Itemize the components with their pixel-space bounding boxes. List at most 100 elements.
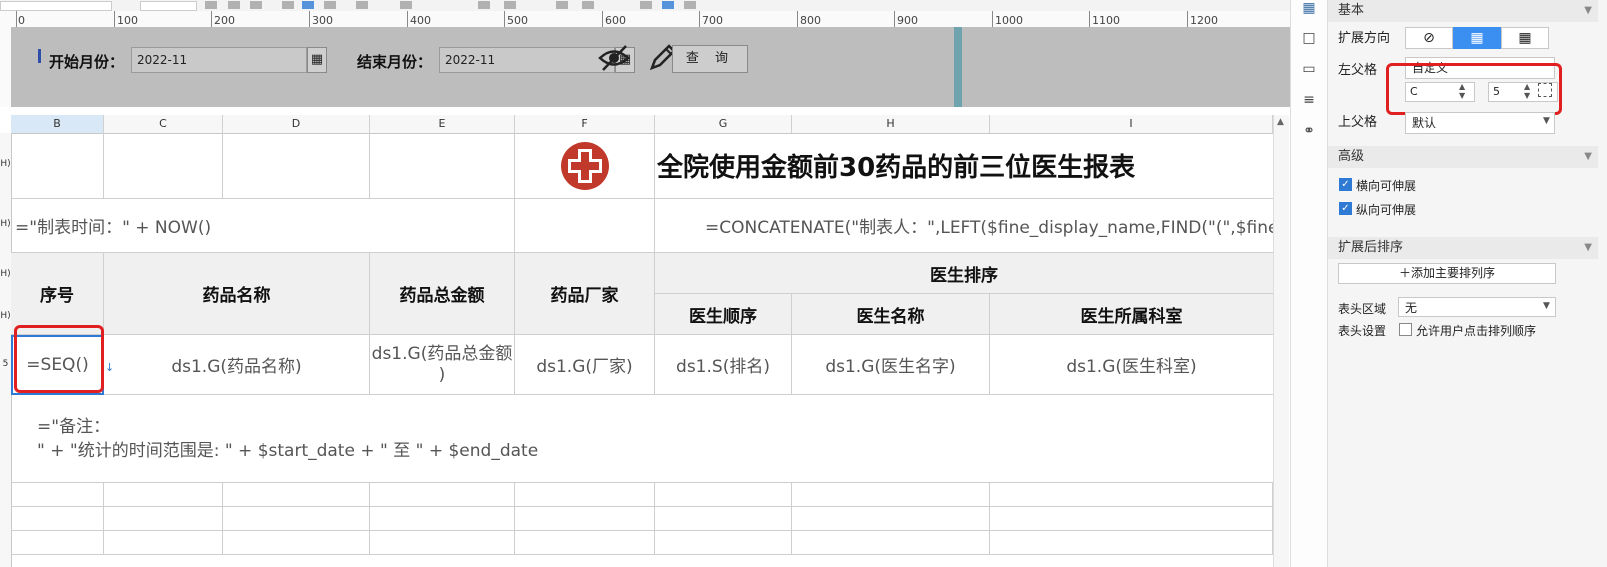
grid-cell[interactable] xyxy=(11,507,104,531)
grid-cell[interactable] xyxy=(223,531,370,555)
border-icon[interactable] xyxy=(356,1,368,9)
grid-cell[interactable] xyxy=(515,531,655,555)
grid-cell[interactable] xyxy=(370,531,515,555)
grid-cell[interactable] xyxy=(655,507,792,531)
align-right-icon[interactable] xyxy=(324,1,336,9)
add-sort-button[interactable]: ＋添加主要排列序 xyxy=(1338,263,1556,284)
align-left-icon[interactable] xyxy=(282,1,294,9)
grid-cell[interactable] xyxy=(11,531,104,555)
column-header-d[interactable]: D xyxy=(223,115,370,133)
grid-cell[interactable] xyxy=(655,483,792,507)
header-area-select[interactable]: 无 xyxy=(1398,297,1556,317)
expand-vertical-button[interactable]: ▦ xyxy=(1453,27,1501,49)
maker-cell[interactable]: ds1.G(厂家) xyxy=(515,335,655,395)
grid-cell[interactable] xyxy=(515,507,655,531)
header-drug-name[interactable]: 药品名称 xyxy=(104,253,370,335)
grid-cell[interactable] xyxy=(223,483,370,507)
grid-cell[interactable] xyxy=(990,483,1273,507)
hyperlink-icon[interactable]: ⚭ xyxy=(1301,123,1317,139)
grid-cell[interactable] xyxy=(515,199,655,253)
column-header-h[interactable]: H xyxy=(792,115,990,133)
cell-attribute-icon[interactable]: ▦ xyxy=(1301,0,1317,16)
unmerge-icon[interactable] xyxy=(504,1,516,9)
grid-cell[interactable] xyxy=(104,507,223,531)
grid-cell[interactable] xyxy=(792,507,990,531)
horizontal-expand-checkbox[interactable]: ✓ xyxy=(1339,178,1352,191)
font-size-select[interactable] xyxy=(140,1,197,11)
up-parent-select[interactable]: 默认 xyxy=(1405,112,1555,134)
end-month-input[interactable]: 2022-11 xyxy=(439,47,615,73)
fill-icon[interactable] xyxy=(400,1,412,9)
grid-cell[interactable] xyxy=(792,531,990,555)
allow-sort-checkbox[interactable] xyxy=(1399,323,1412,336)
bold-icon[interactable] xyxy=(205,1,217,9)
sub-report-icon[interactable] xyxy=(684,1,696,9)
header-doctor-dept[interactable]: 医生所属科室 xyxy=(990,294,1273,335)
note-cell[interactable]: ="备注： " + "统计的时间范围是: " + $start_date + "… xyxy=(11,395,1273,483)
grid-cell[interactable] xyxy=(990,507,1273,531)
header-doctor-rank[interactable]: 医生排序 xyxy=(655,253,1273,294)
start-month-input[interactable]: 2022-11 xyxy=(131,47,307,73)
format-icon[interactable] xyxy=(582,1,594,9)
grid-cell[interactable] xyxy=(11,483,104,507)
row-header[interactable]: H) xyxy=(0,269,11,279)
column-header-e[interactable]: E xyxy=(370,115,515,133)
grid-cell[interactable] xyxy=(223,133,370,199)
align-center-icon[interactable] xyxy=(302,1,314,9)
column-header-g[interactable]: G xyxy=(655,115,792,133)
font-family-select[interactable] xyxy=(0,1,112,11)
calendar-icon[interactable]: ▦ xyxy=(307,47,327,73)
chart-icon[interactable] xyxy=(640,1,652,9)
row-header[interactable]: H) xyxy=(0,219,11,229)
row-header[interactable]: 5 xyxy=(0,359,11,369)
time-formula-cell[interactable]: ="制表时间：" + NOW() xyxy=(11,199,515,253)
grid-cell[interactable] xyxy=(792,483,990,507)
grid-cell[interactable] xyxy=(370,133,515,199)
grid-cell[interactable] xyxy=(11,133,104,199)
underline-icon[interactable] xyxy=(250,1,262,9)
header-doctor-order[interactable]: 医生顺序 xyxy=(655,294,792,335)
grid-cell[interactable] xyxy=(370,483,515,507)
query-button[interactable]: 查 询 xyxy=(672,45,748,73)
grid-cell[interactable] xyxy=(990,531,1273,555)
expand-horizontal-button[interactable]: ▦ xyxy=(1501,27,1549,49)
column-header-b[interactable]: B xyxy=(11,115,104,133)
doctor-dept-cell[interactable]: ds1.G(医生科室) xyxy=(990,335,1273,395)
grid-cell[interactable] xyxy=(515,483,655,507)
grid-cell[interactable] xyxy=(104,133,223,199)
logo-cell[interactable] xyxy=(515,133,655,199)
condition-icon[interactable]: ≡ xyxy=(1301,92,1317,108)
column-header-i[interactable]: I xyxy=(990,115,1273,133)
grid-cell[interactable] xyxy=(104,483,223,507)
grid-cell[interactable] xyxy=(370,507,515,531)
header-doctor-name[interactable]: 医生名称 xyxy=(792,294,990,335)
insert-icon[interactable] xyxy=(556,1,568,9)
image-icon[interactable] xyxy=(662,1,674,9)
section-sort[interactable]: 扩展后排序 ▼ xyxy=(1328,237,1598,259)
doctor-name-cell[interactable]: ds1.G(医生名字) xyxy=(792,335,990,395)
column-header-f[interactable]: F xyxy=(515,115,655,133)
italic-icon[interactable] xyxy=(228,1,240,9)
maker-formula-cell[interactable]: =CONCATENATE("制表人：",LEFT($fine_display_n… xyxy=(655,199,1273,253)
widget-icon[interactable]: ▭ xyxy=(1301,61,1317,77)
hidden-eye-icon[interactable] xyxy=(597,43,631,73)
scroll-up-icon[interactable]: ▲ xyxy=(1277,117,1284,127)
row-header[interactable]: H) xyxy=(0,159,11,169)
header-maker[interactable]: 药品厂家 xyxy=(515,253,655,335)
merge-icon[interactable] xyxy=(478,1,490,9)
header-drug-total[interactable]: 药品总金额 xyxy=(370,253,515,335)
grid-cell[interactable] xyxy=(223,507,370,531)
rank-cell[interactable]: ds1.S(排名) xyxy=(655,335,792,395)
column-header-c[interactable]: C xyxy=(104,115,223,133)
header-seq[interactable]: 序号 xyxy=(11,253,104,335)
cell-style-icon[interactable]: □ xyxy=(1301,30,1317,46)
section-basic[interactable]: 基本 ▼ xyxy=(1328,0,1598,22)
expand-none-button[interactable]: ⊘ xyxy=(1405,27,1453,49)
drug-total-cell[interactable]: ds1.G(药品总金额 ) xyxy=(370,335,515,395)
section-advanced[interactable]: 高级 ▼ xyxy=(1328,146,1598,168)
drug-name-cell[interactable]: ds1.G(药品名称) xyxy=(104,335,370,395)
vertical-scrollbar[interactable]: ▲ xyxy=(1273,115,1289,567)
grid-cell[interactable] xyxy=(104,531,223,555)
row-header[interactable]: H) xyxy=(0,311,11,321)
vertical-expand-checkbox[interactable]: ✓ xyxy=(1339,202,1352,215)
